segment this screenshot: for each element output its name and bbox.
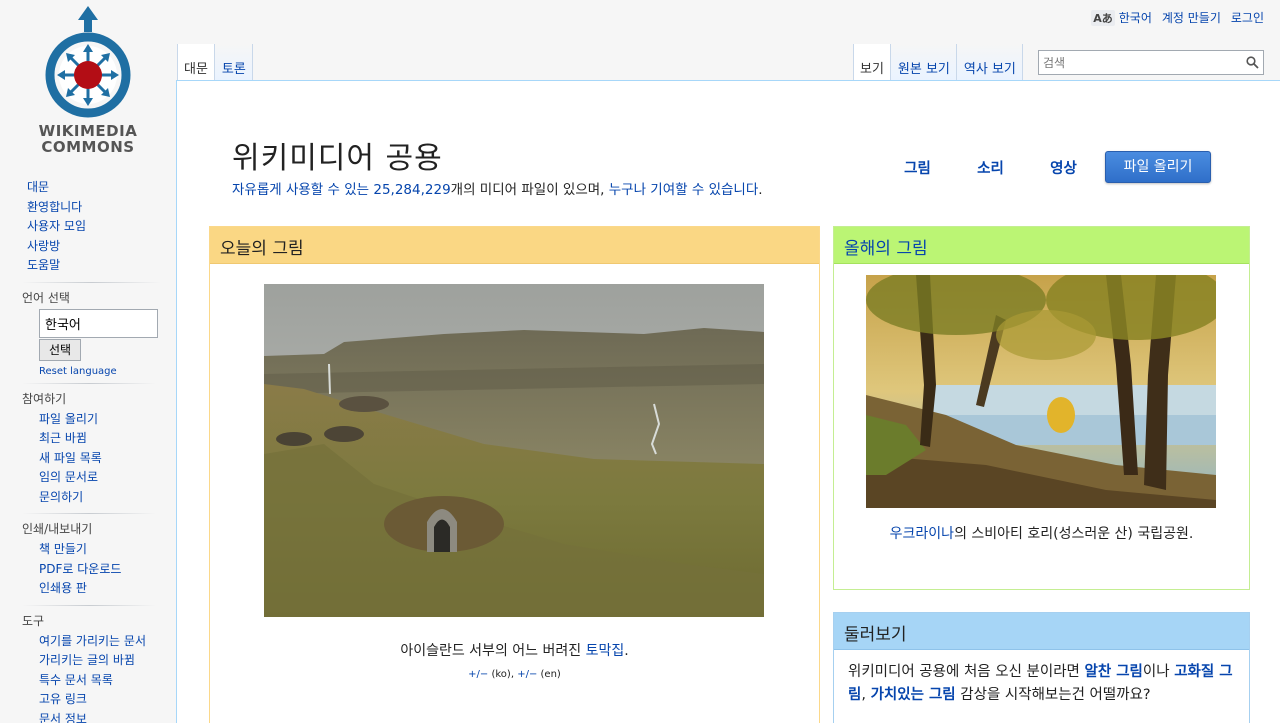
potd-caption: 아이슬란드 서부의 어느 버려진 토막집.: [210, 640, 819, 660]
translate-icon: Aあ: [1091, 9, 1115, 26]
namespace-tabs: 대문 토론: [177, 44, 253, 80]
picture-of-the-year-box: 올해의 그림 우크라이나의 스비아티 호리(성스러운 산) 국립공원.: [833, 226, 1250, 590]
browse-text-4: 감상을 시작해보는건 어떨까요?: [955, 687, 1151, 703]
login-link[interactable]: 로그인: [1231, 9, 1264, 26]
videos-link[interactable]: 영상: [1027, 157, 1100, 178]
create-account-link[interactable]: 계정 만들기: [1162, 9, 1221, 26]
sidebar-item-village-pump[interactable]: 사랑방: [27, 239, 60, 253]
upload-file-button[interactable]: 파일 올리기: [1105, 151, 1211, 183]
main-content: 위키미디어 공용 자유롭게 사용할 수 있는 25,284,229개의 미디어 …: [176, 80, 1280, 723]
potd-image[interactable]: [264, 284, 764, 617]
sidebar-item-recent-changes[interactable]: 최근 바뀜: [39, 431, 87, 445]
search-input[interactable]: [1039, 55, 1241, 70]
language-link[interactable]: 한국어: [1119, 9, 1152, 26]
search-box: [1038, 50, 1264, 75]
browse-text: 위키미디어 공용에 처음 오신 분이라면 알찬 그림이나 고화질 그림, 가치있…: [848, 661, 1243, 707]
browse-box: 둘러보기 위키미디어 공용에 처음 오신 분이라면 알찬 그림이나 고화질 그림…: [833, 612, 1250, 723]
sidebar-tools: 도구 여기를 가리키는 문서 가리키는 글의 바뀜 특수 문서 목록 고유 링크…: [22, 606, 156, 723]
tools-heading: 도구: [22, 613, 45, 628]
sidebar-item-permanent-link[interactable]: 고유 링크: [39, 692, 87, 706]
sidebar-print: 인쇄/내보내기 책 만들기 PDF로 다운로드 인쇄용 판: [22, 514, 156, 606]
sidebar: 대문 환영합니다 사용자 모임 사랑방 도움말 언어 선택 선택 Reset l…: [0, 178, 176, 723]
picture-of-the-day-box: 오늘의 그림 아이슬란드 서부의 어느 버려진 토막집. +/− (ko), +…: [209, 226, 820, 723]
page-title: 위키미디어 공용: [232, 141, 443, 176]
subtitle-free-link[interactable]: 자유롭게 사용할 수 있는: [232, 182, 373, 198]
sidebar-item-community[interactable]: 사용자 모임: [27, 219, 86, 233]
potd-lang-en: (en): [537, 669, 561, 680]
potd-heading: 오늘의 그림: [210, 227, 819, 264]
sidebar-navigation: 대문 환영합니다 사용자 모임 사랑방 도움말: [22, 178, 161, 283]
sidebar-item-random[interactable]: 임의 문서로: [39, 470, 98, 484]
sidebar-item-page-info[interactable]: 문서 정보: [39, 712, 87, 723]
search-icon[interactable]: [1241, 51, 1263, 74]
view-tabs: 보기 원본 보기 역사 보기: [853, 44, 1023, 80]
potd-caption-link[interactable]: 토막집: [586, 643, 625, 659]
sidebar-item-what-links-here[interactable]: 여기를 가리키는 문서: [39, 634, 146, 648]
sidebar-participate: 참여하기 파일 올리기 최근 바뀜 새 파일 목록 임의 문서로 문의하기: [22, 384, 156, 514]
potd-edit-ko-link[interactable]: +/−: [468, 669, 488, 680]
commons-logo-icon: [45, 6, 131, 118]
participate-heading: 참여하기: [22, 391, 67, 406]
potd-caption-text: 아이슬란드 서부의 어느 버려진: [400, 643, 586, 659]
tab-history[interactable]: 역사 보기: [956, 44, 1023, 80]
sidebar-item-welcome[interactable]: 환영합니다: [27, 200, 82, 214]
language-select-button[interactable]: 선택: [39, 338, 82, 361]
tab-read[interactable]: 보기: [853, 44, 891, 80]
language-selector[interactable]: Aあ 한국어: [1091, 9, 1152, 26]
valued-images-link[interactable]: 가치있는 그림: [871, 687, 956, 703]
potd-lang-ko: (ko),: [488, 669, 518, 680]
sidebar-item-printable[interactable]: 인쇄용 판: [39, 581, 87, 595]
browse-text-2: 이나: [1142, 664, 1175, 680]
images-link[interactable]: 그림: [881, 157, 954, 178]
sidebar-item-main-page[interactable]: 대문: [27, 180, 49, 194]
logo-wordmark-line2: COMMONS: [41, 138, 135, 156]
poty-caption-link[interactable]: 우크라이나: [890, 526, 954, 542]
potd-caption-end: .: [624, 643, 629, 659]
potd-edit-en-link[interactable]: +/−: [517, 669, 537, 680]
subtitle-text: 개의 미디어 파일이 있으며,: [450, 182, 609, 198]
sidebar-item-special-pages[interactable]: 특수 문서 목록: [39, 673, 113, 687]
sidebar-item-create-book[interactable]: 책 만들기: [39, 542, 87, 556]
poty-caption-text: 의 스비아티 호리(성스러운 산) 국립공원.: [954, 526, 1194, 542]
print-heading: 인쇄/내보내기: [22, 522, 93, 536]
file-count-link[interactable]: 25,284,229: [373, 182, 450, 198]
featured-pictures-link[interactable]: 알찬 그림: [1084, 664, 1142, 680]
reset-language-link[interactable]: Reset language: [39, 366, 156, 377]
page-subtitle: 자유롭게 사용할 수 있는 25,284,229개의 미디어 파일이 있으며, …: [232, 178, 763, 198]
browse-heading: 둘러보기: [834, 613, 1249, 650]
poty-caption: 우크라이나의 스비아티 호리(성스러운 산) 국립공원.: [864, 523, 1219, 545]
tab-view-source[interactable]: 원본 보기: [890, 44, 957, 80]
sidebar-item-new-files[interactable]: 새 파일 목록: [39, 451, 102, 465]
tab-main-page[interactable]: 대문: [177, 44, 215, 80]
poty-heading[interactable]: 올해의 그림: [834, 227, 1249, 264]
potd-language-versions: +/− (ko), +/− (en): [210, 669, 819, 680]
sidebar-item-download-pdf[interactable]: PDF로 다운로드: [39, 562, 121, 576]
media-quick-links: 그림 소리 영상: [881, 157, 1100, 178]
sidebar-item-contact[interactable]: 문의하기: [39, 490, 83, 504]
commons-logo[interactable]: WIKIMEDIA COMMONS: [0, 0, 176, 165]
sidebar-item-related-changes[interactable]: 가리키는 글의 바뀜: [39, 653, 135, 667]
language-field[interactable]: [39, 308, 158, 338]
contribute-link[interactable]: 누구나 기여할 수 있습니다: [609, 182, 759, 198]
language-heading: 언어 선택: [22, 290, 70, 305]
browse-text-1: 위키미디어 공용에 처음 오신 분이라면: [848, 664, 1085, 680]
sidebar-item-help[interactable]: 도움말: [27, 258, 60, 272]
sidebar-item-upload[interactable]: 파일 올리기: [39, 412, 98, 426]
subtitle-end: .: [758, 182, 763, 198]
sidebar-language: 언어 선택 선택 Reset language: [22, 283, 158, 384]
tab-talk[interactable]: 토론: [214, 44, 253, 80]
sounds-link[interactable]: 소리: [954, 157, 1027, 178]
browse-text-3: ,: [861, 687, 871, 703]
personal-tools: Aあ 한국어 계정 만들기 로그인: [1091, 9, 1264, 26]
poty-image[interactable]: [866, 275, 1216, 508]
